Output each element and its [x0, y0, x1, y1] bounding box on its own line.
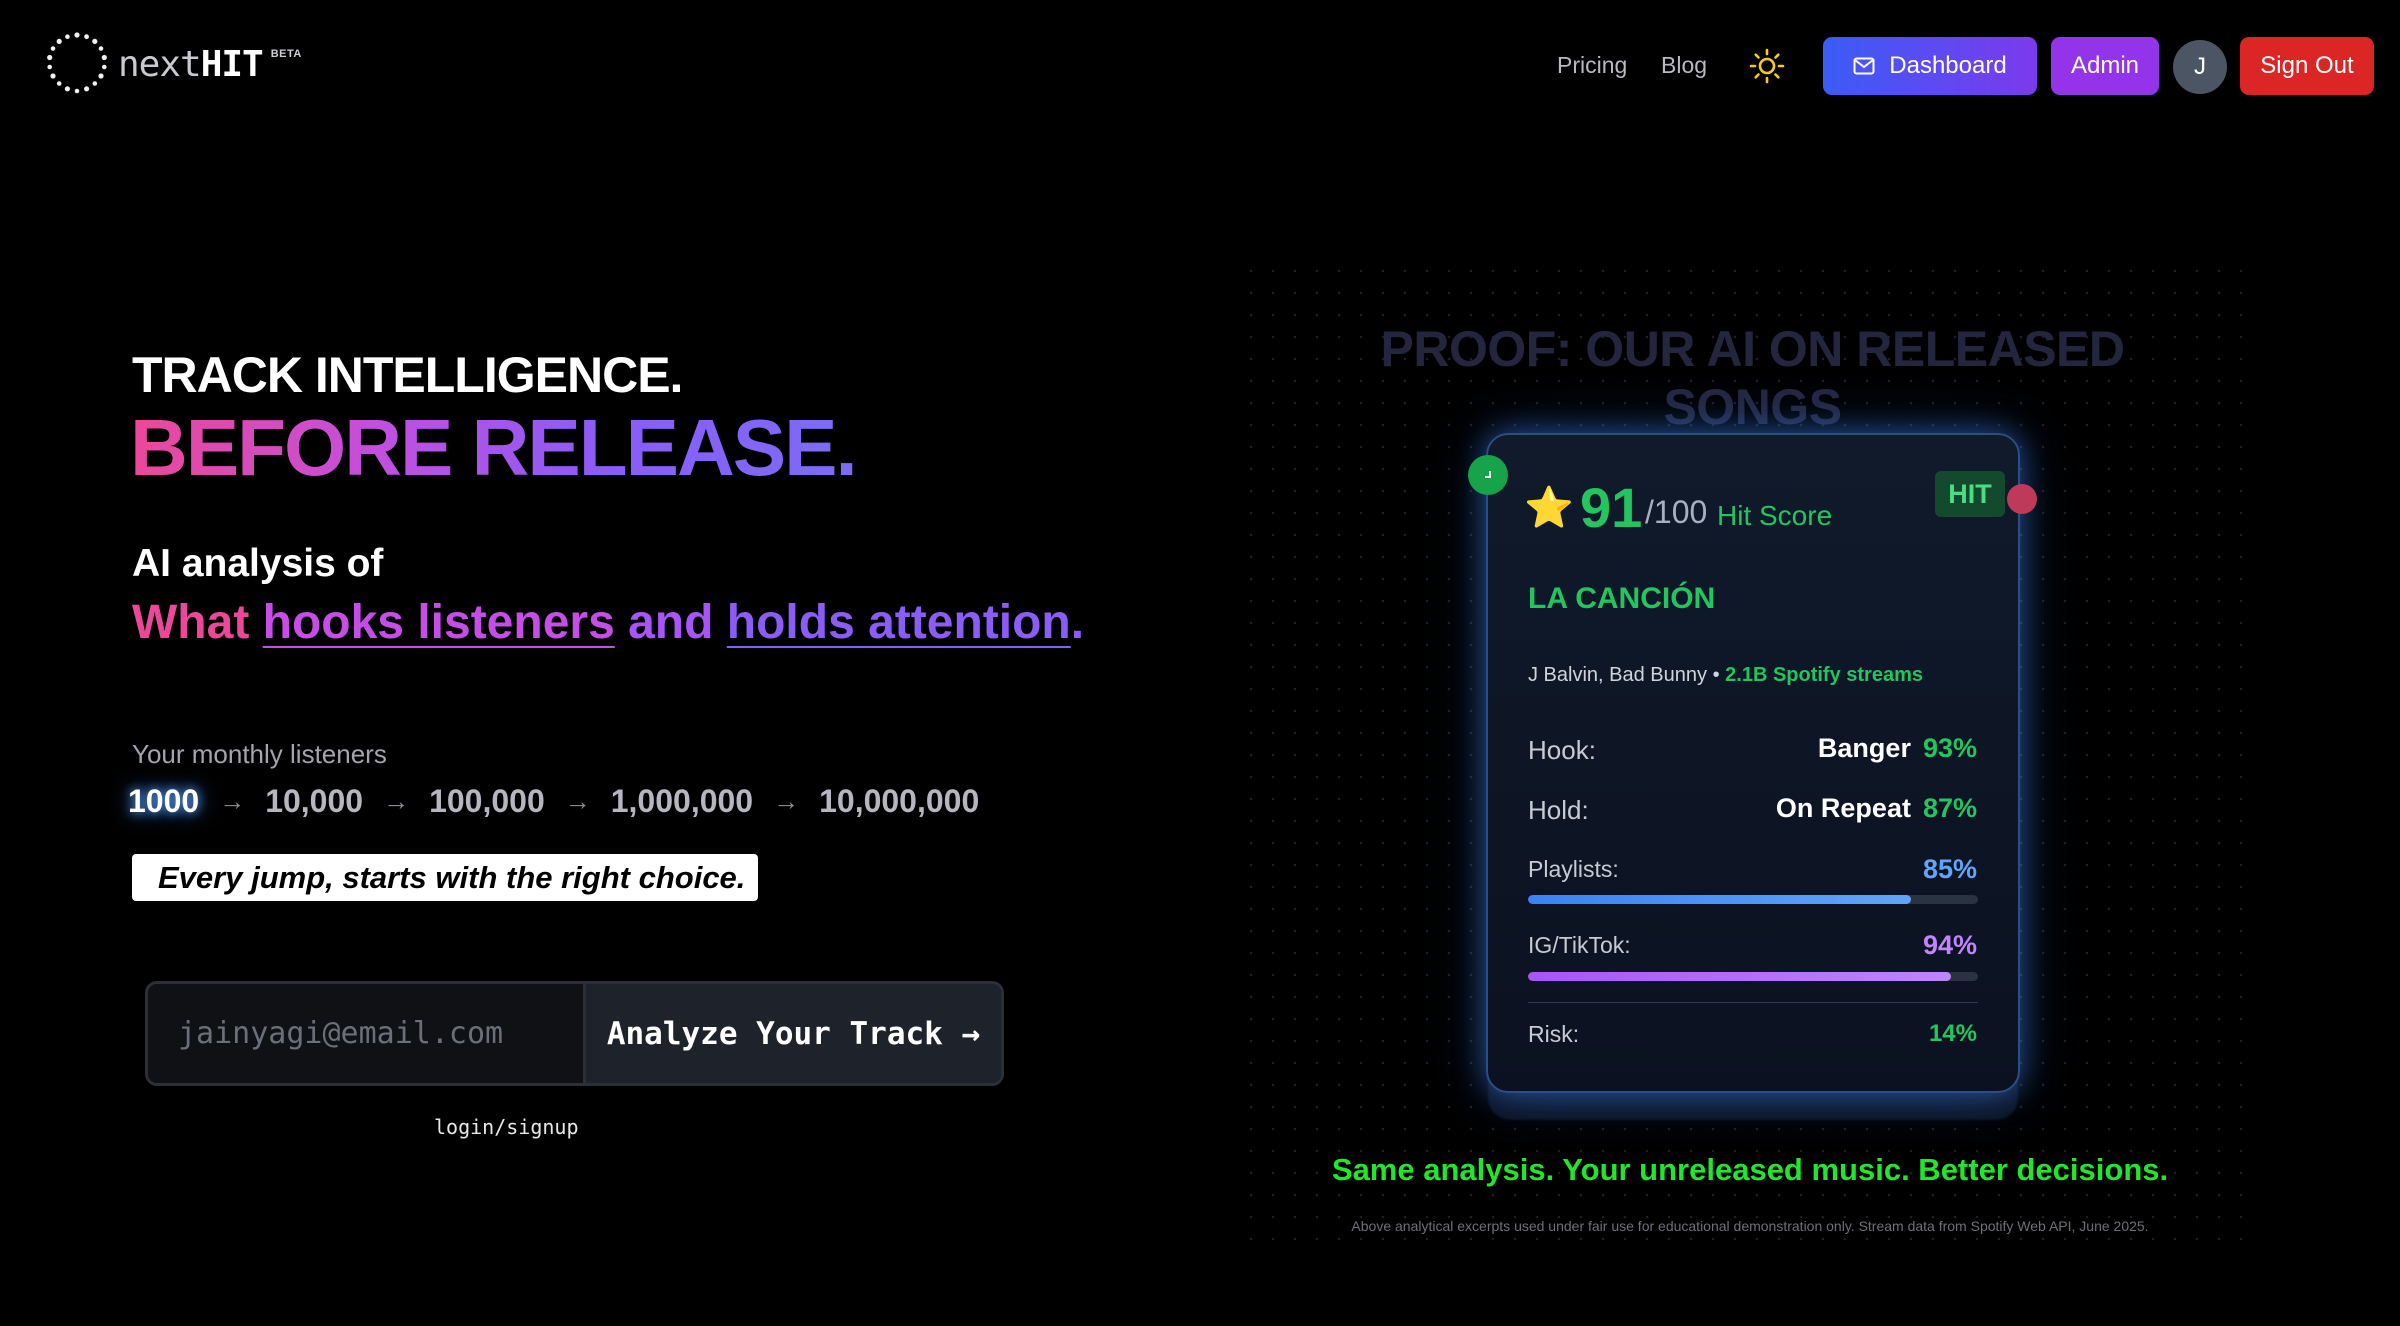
playlists-bar-fill: [1528, 895, 1911, 904]
hold-pct: 87%: [1922, 793, 1977, 823]
meta-separator: •: [1712, 664, 1720, 686]
sub-text-what: What: [132, 596, 263, 649]
listener-step-1m[interactable]: 1,000,000: [611, 783, 753, 820]
proof-disclaimer: Above analytical excerpts used under fai…: [1351, 1218, 2149, 1234]
risk-value: 14%: [1929, 1020, 1977, 1048]
hit-badge: HIT: [1935, 471, 2005, 517]
hero-heading-line2: BEFORE RELEASE.: [130, 403, 858, 492]
nav-blog-link[interactable]: Blog: [1661, 52, 1707, 79]
arrow-right-icon: →: [564, 786, 591, 816]
hold-label: Hold:: [1528, 795, 1589, 825]
listener-step-1000[interactable]: 1000: [128, 783, 199, 820]
dashboard-label: Dashboard: [1889, 52, 2007, 79]
brand-logo[interactable]: nextHIT BETA: [46, 32, 302, 94]
brand-name-part2: HIT: [200, 44, 264, 85]
hook-value: Banger 93%: [1818, 733, 1977, 764]
hold-word: On Repeat: [1775, 793, 1911, 823]
hook-word: Banger: [1817, 733, 1911, 763]
risk-pct: 14%: [1928, 1020, 1977, 1047]
email-input[interactable]: [148, 984, 583, 1083]
proof-title: PROOF: OUR AI ON RELEASED SONGS: [1380, 321, 2125, 435]
ig-tiktok-value: 94%: [1923, 930, 1977, 961]
star-icon: ⭐: [1524, 486, 1574, 530]
login-signup-link[interactable]: login/signup: [434, 1115, 579, 1139]
hero-heading-line1: TRACK INTELLIGENCE.: [132, 347, 683, 403]
analyze-form: Analyze Your Track →: [145, 981, 1004, 1086]
listener-step-100k[interactable]: 100,000: [429, 783, 545, 820]
logo-ring-icon: [47, 32, 107, 94]
playlists-bar: [1528, 895, 1978, 904]
hero-subheading-line1: AI analysis of: [132, 542, 384, 585]
hook-pct: 93%: [1922, 733, 1977, 763]
risk-label: Risk:: [1528, 1021, 1580, 1047]
playlists-value: 85%: [1923, 854, 1977, 885]
brand-name-part1: next: [118, 44, 202, 85]
analyze-track-button[interactable]: Analyze Your Track →: [583, 984, 1001, 1083]
dashboard-button[interactable]: Dashboard: [1823, 37, 2037, 95]
hook-label: Hook:: [1528, 735, 1596, 765]
hit-score-value: 91: [1580, 476, 1643, 539]
listener-steps: 1000 → 10,000 → 100,000 → 1,000,000 → 10…: [128, 783, 979, 820]
song-artists: J Balvin, Bad Bunny: [1528, 664, 1707, 686]
tagline-banner: Every jump, starts with the right choice…: [132, 854, 758, 901]
ig-tiktok-pct: 94%: [1922, 930, 1977, 960]
song-streams: 2.1B Spotify streams: [1725, 664, 1923, 686]
hooks-listeners-link: hooks listeners: [262, 596, 615, 649]
hold-value: On Repeat 87%: [1776, 793, 1977, 824]
card-divider: [1528, 1002, 1978, 1003]
ig-tiktok-bar: [1528, 972, 1978, 981]
holds-attention-link: holds attention: [726, 596, 1071, 649]
nav-pricing-link[interactable]: Pricing: [1557, 52, 1627, 79]
red-pin-icon: [2007, 484, 2037, 514]
song-meta: J Balvin, Bad Bunny • 2.1B Spotify strea…: [1528, 664, 1923, 687]
proof-cta-text: Same analysis. Your unreleased music. Be…: [1331, 1152, 2169, 1187]
hit-score-max: /100: [1645, 494, 1708, 530]
sub-text-and: and: [614, 596, 727, 649]
arrow-right-icon: →: [219, 786, 246, 816]
listener-step-10k[interactable]: 10,000: [265, 783, 363, 820]
mail-icon: [1853, 57, 1875, 75]
avatar[interactable]: J: [2173, 40, 2227, 94]
top-nav: nextHIT BETA Pricing Blog Dashboard Admi…: [0, 0, 2400, 134]
listener-step-10m[interactable]: 10,000,000: [819, 783, 979, 820]
song-title: LA CANCIÓN: [1528, 582, 1716, 615]
playlists-label: Playlists:: [1528, 856, 1619, 882]
beta-badge: BETA: [270, 48, 302, 60]
arrow-right-icon: →: [773, 786, 800, 816]
listeners-label: Your monthly listeners: [132, 739, 387, 769]
ig-tiktok-label: IG/TikTok:: [1528, 932, 1631, 958]
hero-subheading-line2: What hooks listeners and holds attention…: [132, 595, 1084, 650]
sub-text-period: .: [1070, 596, 1085, 649]
brand-name: nextHIT: [118, 44, 264, 85]
admin-button[interactable]: Admin: [2051, 37, 2159, 95]
ig-tiktok-bar-fill: [1528, 972, 1951, 981]
arrow-right-icon: →: [383, 786, 410, 816]
sign-out-button[interactable]: Sign Out: [2240, 37, 2374, 95]
hit-score-label: Hit Score: [1717, 500, 1833, 531]
playlists-pct: 85%: [1922, 854, 1977, 884]
sun-icon[interactable]: [1749, 48, 1785, 84]
check-pin-icon: [1468, 455, 1508, 495]
